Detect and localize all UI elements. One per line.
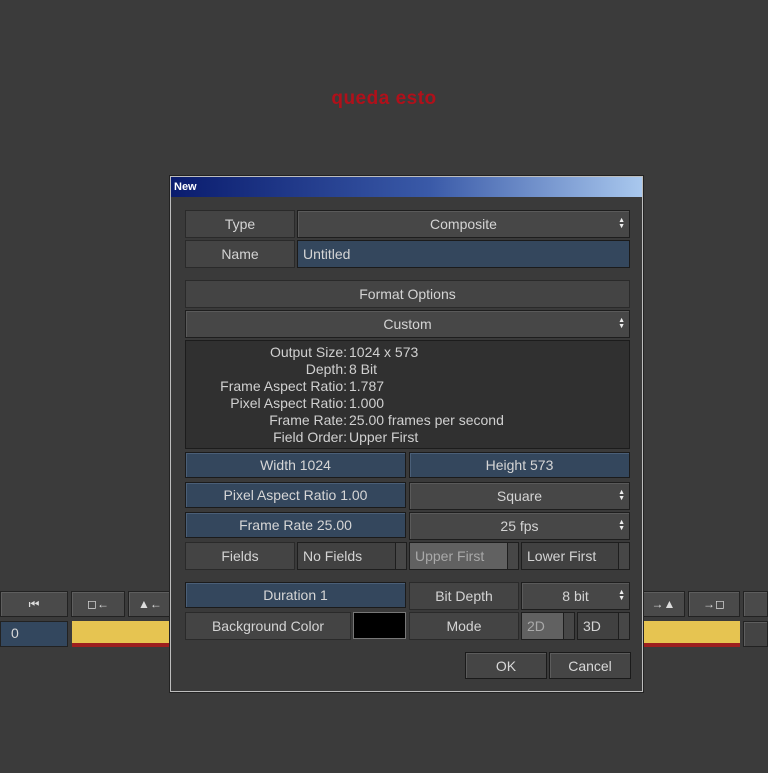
height-field[interactable]: Height 573	[409, 452, 630, 478]
timeline-range-bar[interactable]	[72, 621, 172, 647]
next-keyframe-button[interactable]: →▲	[642, 591, 685, 617]
format-preset-value: Custom	[383, 316, 432, 332]
info-row-frame-rate: Frame Rate: 25.00 frames per second	[269, 412, 504, 428]
ok-button[interactable]: OK	[465, 652, 547, 679]
info-row-frame-aspect: Frame Aspect Ratio: 1.787	[220, 378, 385, 394]
type-dropdown-value: Composite	[430, 216, 497, 232]
frame-rate-field[interactable]: Frame Rate 25.00	[185, 512, 406, 538]
frame-number-field[interactable]: 0	[0, 621, 68, 647]
dropdown-arrows-icon: ▲ ▼	[618, 317, 625, 330]
format-preset-dropdown[interactable]: Custom ▲ ▼	[185, 310, 630, 338]
fields-option-upper-first[interactable]: Upper First	[409, 542, 519, 570]
bit-depth-label: Bit Depth	[409, 582, 519, 610]
format-info-panel: Output Size: 1024 x 573 Depth: 8 Bit Frame…	[185, 340, 630, 449]
info-row-field-order: Field Order: Upper First	[273, 429, 419, 445]
background-color-swatch[interactable]	[353, 612, 406, 639]
timeline-edge-button[interactable]	[743, 591, 768, 617]
info-row-depth: Depth: 8 Bit	[305, 361, 378, 377]
format-options-header: Format Options	[185, 280, 630, 308]
name-input[interactable]: Untitled	[297, 240, 630, 268]
mode-option-2d[interactable]: 2D	[521, 612, 575, 640]
info-row-pixel-aspect: Pixel Aspect Ratio: 1.000	[230, 395, 385, 411]
info-row-output-size: Output Size: 1024 x 573	[269, 344, 419, 360]
dialog-title[interactable]: New	[171, 177, 642, 197]
frame-rate-dropdown[interactable]: 25 fps ▲ ▼	[409, 512, 630, 540]
fields-label: Fields	[185, 542, 295, 570]
go-to-start-button[interactable]: ⏮	[0, 591, 68, 617]
dropdown-arrows-icon: ▲ ▼	[618, 489, 625, 502]
type-dropdown[interactable]: Composite ▲ ▼	[297, 210, 630, 238]
mode-option-3d[interactable]: 3D	[577, 612, 630, 640]
dropdown-arrows-icon: ▲ ▼	[618, 519, 625, 532]
width-field[interactable]: Width 1024	[185, 452, 406, 478]
fields-option-lower-first[interactable]: Lower First	[521, 542, 630, 570]
dropdown-arrows-icon: ▲ ▼	[618, 589, 625, 602]
new-composition-dialog: New Type Composite ▲ ▼ Name Untitled Form…	[170, 176, 643, 692]
annotation-text: queda esto	[331, 88, 437, 109]
frame-rate-dropdown-value: 25 fps	[500, 518, 539, 534]
cancel-button[interactable]: Cancel	[549, 652, 631, 679]
bit-depth-dropdown[interactable]: 8 bit ▲ ▼	[521, 582, 630, 610]
timeline-edge-field	[743, 621, 768, 647]
step-back-key-button[interactable]: ◻←	[71, 591, 125, 617]
mode-label: Mode	[409, 612, 519, 640]
pixel-aspect-dropdown-value: Square	[496, 488, 543, 504]
fields-option-no-fields[interactable]: No Fields	[297, 542, 407, 570]
background-color-label: Background Color	[185, 612, 351, 640]
pixel-aspect-ratio-field[interactable]: Pixel Aspect Ratio 1.00	[185, 482, 406, 508]
dropdown-arrows-icon: ▲ ▼	[618, 217, 625, 230]
step-forward-key-button[interactable]: →◻	[688, 591, 740, 617]
bit-depth-value: 8 bit	[562, 588, 589, 604]
name-label: Name	[185, 240, 295, 268]
type-label: Type	[185, 210, 295, 238]
pixel-aspect-dropdown[interactable]: Square ▲ ▼	[409, 482, 630, 510]
duration-field[interactable]: Duration 1	[185, 582, 406, 608]
previous-keyframe-button[interactable]: ▲←	[128, 591, 172, 617]
timeline-range-bar-right[interactable]	[642, 621, 740, 647]
